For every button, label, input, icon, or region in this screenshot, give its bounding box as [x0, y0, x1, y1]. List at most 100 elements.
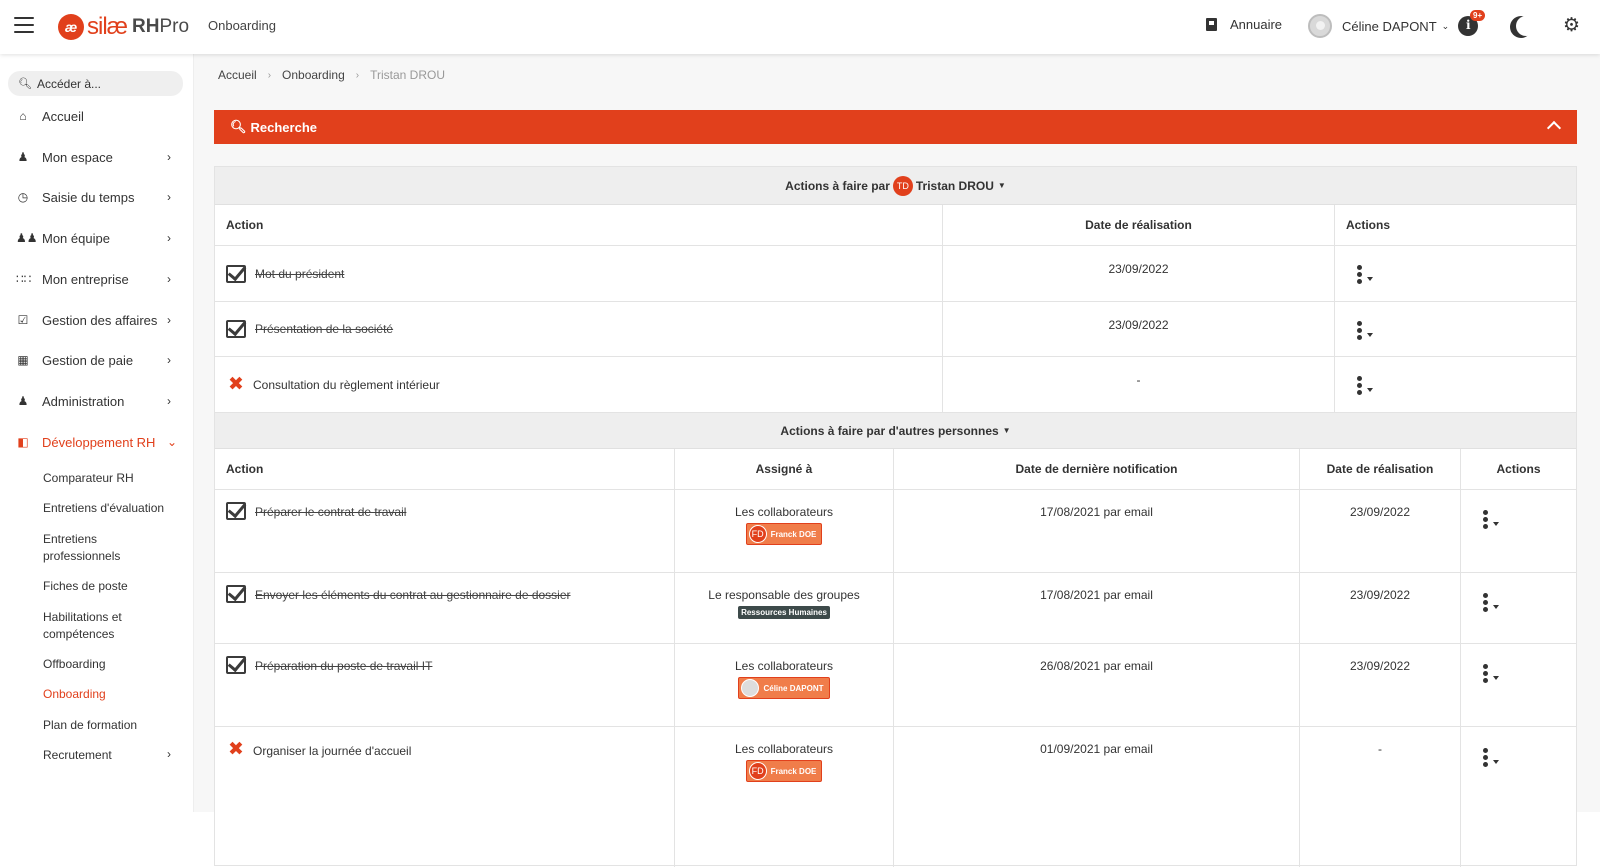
- chevron-right-icon: ›: [167, 150, 171, 164]
- section-own-actions-header[interactable]: Actions à faire par TD Tristan DROU ▼: [215, 167, 1576, 205]
- actions-cell: [1461, 573, 1576, 643]
- dark-mode-moon-icon[interactable]: [1516, 16, 1536, 36]
- sidebar-item-administration[interactable]: ♟ Administration ›: [0, 389, 194, 413]
- onboarding-panel: Actions à faire par TD Tristan DROU ▼ Ac…: [214, 166, 1577, 866]
- assigned-cell: Les collaborateurs FD Franck DOE: [675, 727, 894, 867]
- table-row: Envoyer les éléments du contrat au gesti…: [215, 573, 1576, 644]
- logo-brand: silæ: [87, 13, 127, 41]
- main-content: Accueil › Onboarding › Tristan DROU 🔍︎ R…: [194, 54, 1600, 812]
- table-row: Préparation du poste de travail IT Les c…: [215, 644, 1576, 727]
- sidebar-subitem-entretiens-evaluation[interactable]: Entretiens d'évaluation: [43, 500, 183, 517]
- column-header-actions: Actions: [1335, 205, 1576, 245]
- sidebar-subitem-plan-de-formation[interactable]: Plan de formation: [43, 717, 183, 734]
- sidebar-subitem-habilitations[interactable]: Habilitations et compétences: [43, 609, 143, 643]
- chevron-right-icon: ›: [167, 272, 171, 286]
- annuaire-link[interactable]: Annuaire: [1206, 17, 1282, 32]
- date-cell: 23/09/2022: [943, 246, 1335, 301]
- sidebar-item-label: Mon entreprise: [42, 272, 129, 287]
- assigned-cell: Le responsable des groupes Ressources Hu…: [675, 573, 894, 643]
- actions-cell: [1335, 357, 1576, 412]
- user-icon: ♟: [16, 150, 30, 164]
- sidebar-item-developpement-rh[interactable]: ◧ Développement RH ⌄: [0, 430, 194, 454]
- search-panel-toggle[interactable]: 🔍︎ Recherche: [214, 110, 1577, 144]
- sidebar-item-label: Gestion de paie: [42, 353, 133, 368]
- more-actions-icon[interactable]: [1357, 376, 1375, 396]
- sidebar-subitem-onboarding[interactable]: Onboarding: [43, 686, 183, 703]
- gear-icon[interactable]: ⚙: [1563, 17, 1580, 35]
- assignee-avatar: FD: [749, 525, 767, 543]
- action-label: Présentation de la société: [255, 322, 393, 336]
- breadcrumb-home[interactable]: Accueil: [218, 68, 257, 82]
- search-icon: 🔍︎: [230, 119, 247, 135]
- sidebar: 🔍︎ Accéder à... ⌂ Accueil ♟ Mon espace ›…: [0, 54, 194, 812]
- sidebar-item-label: Administration: [42, 394, 124, 409]
- cross-icon: ✖: [226, 741, 246, 759]
- chevron-right-icon: ›: [167, 190, 171, 204]
- sidebar-item-gestion-de-paie[interactable]: ▦ Gestion de paie ›: [0, 348, 194, 372]
- chevron-right-icon: ›: [167, 231, 171, 245]
- user-menu[interactable]: Céline DAPONT ⌄: [1308, 14, 1449, 38]
- assignee-chip: FD Franck DOE: [746, 523, 823, 545]
- chevron-up-icon[interactable]: [1547, 121, 1561, 135]
- caret-down-icon: ▼: [1003, 426, 1011, 435]
- actions-cell: [1335, 246, 1576, 301]
- action-cell: Envoyer les éléments du contrat au gesti…: [215, 573, 675, 643]
- action-cell: Préparer le contrat de travail: [215, 490, 675, 572]
- assignee-avatar: FD: [749, 762, 767, 780]
- breadcrumb-section[interactable]: Onboarding: [282, 68, 345, 82]
- checked-checkbox-icon: [226, 585, 246, 603]
- more-actions-icon[interactable]: [1483, 664, 1501, 684]
- table-header-row: Action Assigné à Date de dernière notifi…: [215, 449, 1576, 490]
- hamburger-menu-icon[interactable]: [14, 17, 34, 33]
- column-header-date: Date de réalisation: [1300, 449, 1461, 489]
- assigned-cell: Les collaborateurs Céline DAPONT: [675, 644, 894, 726]
- more-actions-icon[interactable]: [1483, 593, 1501, 613]
- assign-label: Les collaborateurs: [675, 505, 893, 519]
- logo-rh: RH: [132, 16, 159, 38]
- sidebar-item-mon-equipe[interactable]: ♟♟ Mon équipe ›: [0, 226, 194, 250]
- sidebar-search-input[interactable]: 🔍︎ Accéder à...: [8, 71, 183, 96]
- sidebar-item-mon-entreprise[interactable]: ∷∷ Mon entreprise ›: [0, 267, 194, 291]
- calculator-icon: ▦: [16, 353, 30, 367]
- checked-checkbox-icon: [226, 320, 246, 338]
- chevron-down-icon: ⌄: [1442, 21, 1450, 32]
- section-person-name: Tristan DROU: [916, 179, 994, 193]
- action-cell: ✖ Organiser la journée d'accueil: [215, 727, 675, 867]
- sidebar-subitem-offboarding[interactable]: Offboarding: [43, 656, 183, 673]
- more-actions-icon[interactable]: [1357, 265, 1375, 285]
- chevron-right-icon: ›: [167, 353, 171, 367]
- notification-cell: 01/09/2021 par email: [894, 727, 1300, 867]
- assignee-name: Céline DAPONT: [763, 684, 823, 693]
- notification-cell: 17/08/2021 par email: [894, 490, 1300, 572]
- sidebar-subitem-fiches-de-poste[interactable]: Fiches de poste: [43, 578, 183, 595]
- logo-pro: Pro: [159, 16, 189, 38]
- admin-icon: ♟: [16, 394, 30, 408]
- column-header-date: Date de réalisation: [943, 205, 1335, 245]
- more-actions-icon[interactable]: [1357, 321, 1375, 341]
- sidebar-item-mon-espace[interactable]: ♟ Mon espace ›: [0, 145, 194, 169]
- sidebar-item-accueil[interactable]: ⌂ Accueil: [0, 104, 194, 128]
- search-placeholder: Accéder à...: [37, 77, 101, 91]
- sidebar-subitem-entretiens-professionnels[interactable]: Entretiens professionnels: [43, 531, 153, 565]
- sidebar-subitem-comparateur-rh[interactable]: Comparateur RH: [43, 470, 183, 487]
- sidebar-subitem-recrutement[interactable]: Recrutement: [43, 747, 183, 764]
- more-actions-icon[interactable]: [1483, 748, 1501, 768]
- column-header-action: Action: [215, 205, 943, 245]
- date-cell: -: [943, 357, 1335, 412]
- column-header-action: Action: [215, 449, 675, 489]
- sidebar-item-gestion-des-affaires[interactable]: ☑ Gestion des affaires ›: [0, 308, 194, 332]
- breadcrumb: Accueil › Onboarding › Tristan DROU: [218, 68, 445, 82]
- section-other-actions-header[interactable]: Actions à faire par d'autres personnes ▼: [215, 413, 1576, 449]
- action-cell: Préparation du poste de travail IT: [215, 644, 675, 726]
- clock-icon: ◷: [16, 190, 30, 204]
- sidebar-item-saisie-du-temps[interactable]: ◷ Saisie du temps ›: [0, 185, 194, 209]
- action-label: Préparation du poste de travail IT: [255, 659, 432, 673]
- date-cell: 23/09/2022: [1300, 644, 1461, 726]
- more-actions-icon[interactable]: [1483, 510, 1501, 530]
- notification-icon[interactable]: 9+: [1458, 16, 1478, 36]
- checked-checkbox-icon: [226, 502, 246, 520]
- action-label: Préparer le contrat de travail: [255, 505, 406, 519]
- clipboard-icon: ☑: [16, 313, 30, 327]
- app-logo[interactable]: æ silæ RH Pro: [58, 13, 189, 41]
- column-header-last-notification: Date de dernière notification: [894, 449, 1300, 489]
